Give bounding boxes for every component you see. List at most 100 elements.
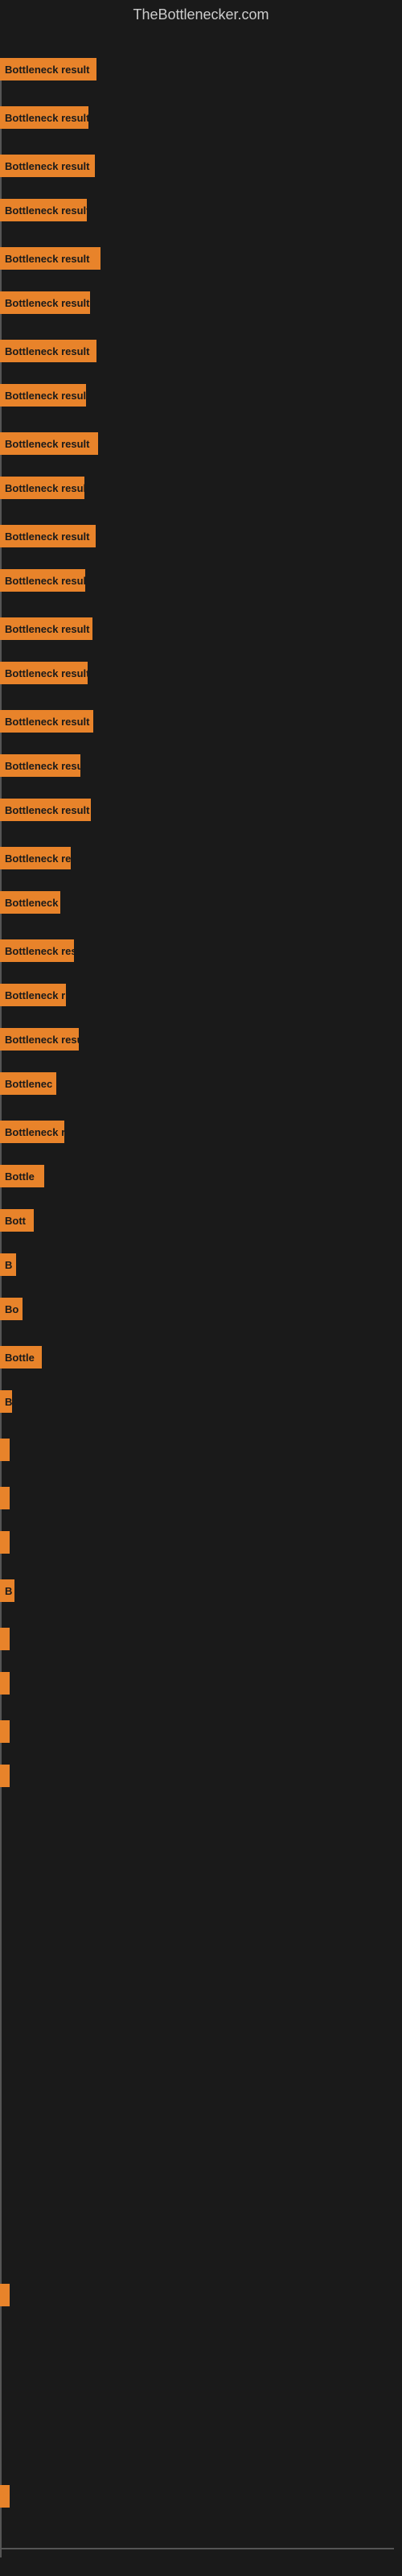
bar-3: Bottleneck result <box>0 155 95 177</box>
bar-item: Bottleneck result <box>0 432 98 455</box>
bar-label-5: Bottleneck result <box>5 253 89 265</box>
bar-label-15: Bottleneck result <box>5 716 89 728</box>
bar-38 <box>0 1765 10 1787</box>
bar-12: Bottleneck result <box>0 569 85 592</box>
bar-label-23: Bottlenec <box>5 1078 52 1090</box>
bar-label-29: Bottle <box>5 1352 35 1364</box>
bar-25: Bottle <box>0 1165 44 1187</box>
bar-label-1: Bottleneck result <box>5 64 89 76</box>
bar-label-16: Bottleneck resu <box>5 760 80 772</box>
bar-2: Bottleneck result <box>0 106 88 129</box>
bar-label-12: Bottleneck result <box>5 575 85 587</box>
bar-14: Bottleneck result <box>0 662 88 684</box>
bar-label-27: B <box>5 1259 12 1271</box>
bar-26: Bott <box>0 1209 34 1232</box>
bar-18: Bottleneck re <box>0 847 71 869</box>
bar-item: Bottlenec <box>0 1072 56 1095</box>
bar-34: B <box>0 1579 14 1602</box>
site-title: TheBottlenecker.com <box>0 0 402 30</box>
bar-label-6: Bottleneck result <box>5 297 89 309</box>
bar-label-10: Bottleneck result <box>5 482 84 494</box>
x-axis <box>0 2548 394 2549</box>
bar-item: Bottleneck result <box>0 340 96 362</box>
bar-item: Bottleneck result <box>0 155 95 177</box>
bar-27: B <box>0 1253 16 1276</box>
bar-label-21: Bottleneck r <box>5 989 65 1001</box>
bar-label-22: Bottleneck resu <box>5 1034 79 1046</box>
bar-13: Bottleneck result <box>0 617 92 640</box>
bar-item: Bottleneck result <box>0 617 92 640</box>
bar-item: Bottleneck result <box>0 58 96 80</box>
bar-item: Bottleneck res <box>0 939 74 962</box>
bar-19: Bottleneck <box>0 891 60 914</box>
bar-37 <box>0 1720 10 1743</box>
bar-1: Bottleneck result <box>0 58 96 80</box>
bar-label-17: Bottleneck result <box>5 804 89 816</box>
bar-item <box>0 1439 10 1461</box>
bar-label-24: Bottleneck r <box>5 1126 64 1138</box>
bar-31 <box>0 1439 10 1461</box>
bar-item: Bott <box>0 1209 34 1232</box>
bar-label-30: B <box>5 1396 12 1408</box>
bar-24: Bottleneck r <box>0 1121 64 1143</box>
bar-label-4: Bottleneck result <box>5 204 87 217</box>
bar-item <box>0 1765 10 1787</box>
bar-5: Bottleneck result <box>0 247 100 270</box>
bar-label-20: Bottleneck res <box>5 945 74 957</box>
bar-item: Bottleneck re <box>0 847 71 869</box>
bar-item: B <box>0 1253 16 1276</box>
bar-16: Bottleneck resu <box>0 754 80 777</box>
bar-item: Bottle <box>0 1346 42 1368</box>
bar-item <box>0 2284 10 2306</box>
bar-20: Bottleneck res <box>0 939 74 962</box>
bar-28: Bo <box>0 1298 23 1320</box>
bar-item: Bottleneck result <box>0 384 86 407</box>
bar-label-11: Bottleneck result <box>5 530 89 543</box>
bar-item: Bottleneck result <box>0 710 93 733</box>
bar-label-28: Bo <box>5 1303 18 1315</box>
chart-container: Bottleneck result Bottleneck result Bottle… <box>0 30 402 2566</box>
bar-item <box>0 2485 10 2508</box>
bar-label-7: Bottleneck result <box>5 345 89 357</box>
bar-item <box>0 1628 10 1650</box>
bar-item: Bottleneck <box>0 891 60 914</box>
bar-item: B <box>0 1579 14 1602</box>
bar-item: Bottleneck result <box>0 199 87 221</box>
bar-29: Bottle <box>0 1346 42 1368</box>
bar-39 <box>0 2284 10 2306</box>
bar-label-34: B <box>5 1585 12 1597</box>
bar-30: B <box>0 1390 12 1413</box>
bar-10: Bottleneck result <box>0 477 84 499</box>
bar-item: Bottleneck resu <box>0 754 80 777</box>
bar-40 <box>0 2485 10 2508</box>
bar-label-9: Bottleneck result <box>5 438 89 450</box>
bar-6: Bottleneck result <box>0 291 90 314</box>
bar-23: Bottlenec <box>0 1072 56 1095</box>
bar-item <box>0 1720 10 1743</box>
bar-17: Bottleneck result <box>0 799 91 821</box>
bar-item: Bottleneck resu <box>0 1028 79 1051</box>
bar-item: B <box>0 1390 12 1413</box>
bar-36 <box>0 1672 10 1695</box>
bar-32 <box>0 1487 10 1509</box>
bar-22: Bottleneck resu <box>0 1028 79 1051</box>
bar-label-3: Bottleneck result <box>5 160 89 172</box>
bar-label-8: Bottleneck result <box>5 390 86 402</box>
bar-4: Bottleneck result <box>0 199 87 221</box>
bar-label-26: Bott <box>5 1215 26 1227</box>
bar-item <box>0 1487 10 1509</box>
bar-item: Bottleneck result <box>0 662 88 684</box>
bar-item <box>0 1531 10 1554</box>
bar-item: Bottle <box>0 1165 44 1187</box>
bar-item: Bottleneck result <box>0 569 85 592</box>
bar-item: Bottleneck result <box>0 247 100 270</box>
bar-item: Bottleneck r <box>0 984 66 1006</box>
bar-label-25: Bottle <box>5 1170 35 1183</box>
bar-item: Bottleneck result <box>0 799 91 821</box>
bar-item: Bottleneck r <box>0 1121 64 1143</box>
bar-21: Bottleneck r <box>0 984 66 1006</box>
bar-label-2: Bottleneck result <box>5 112 88 124</box>
bar-item: Bottleneck result <box>0 477 84 499</box>
bar-item: Bottleneck result <box>0 106 88 129</box>
bar-label-13: Bottleneck result <box>5 623 89 635</box>
